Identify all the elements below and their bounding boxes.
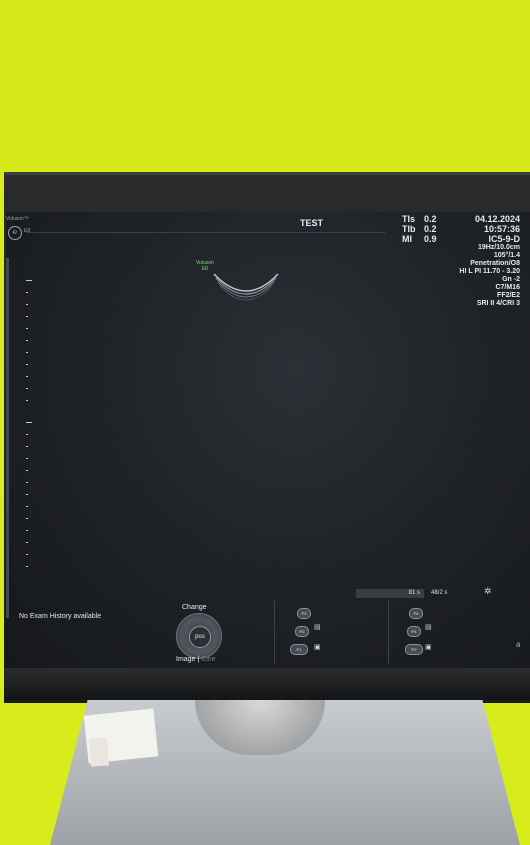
setting-line: C7/M16 — [495, 284, 520, 291]
setting-line: 19Hz/10.0cm — [477, 244, 520, 251]
settings-gear-icon[interactable]: ✲ — [484, 586, 492, 597]
preset-button-p4[interactable]: P4 — [407, 626, 421, 637]
setting-line: Gn -2 — [502, 276, 520, 283]
cine-mode-label: Cine — [201, 656, 216, 663]
setting-line: Penetration/O8 — [470, 260, 520, 267]
param-row: TIb 0.2 — [402, 224, 437, 234]
param-row: TIs 0.2 — [402, 214, 437, 224]
save-icon[interactable]: ▣ — [314, 644, 324, 652]
exam-history-status: No Exam History available — [19, 613, 102, 620]
monitor-bezel — [4, 668, 530, 700]
panel-divider — [274, 600, 275, 664]
depth-scale — [26, 280, 34, 570]
model-label: E8 — [24, 228, 31, 234]
trackball-knob[interactable]: pos — [176, 613, 222, 659]
param-row: MI 0.9 — [402, 234, 437, 244]
pos-button[interactable]: pos — [189, 626, 211, 648]
thermal-indices: TIs 0.2 TIb 0.2 MI 0.9 — [402, 214, 446, 244]
change-label: Change — [182, 604, 207, 611]
print-icon[interactable]: ▤ — [425, 624, 435, 632]
cine-time-rate: 48/2 s — [431, 590, 448, 596]
ge-logo-icon: ℮ — [8, 226, 22, 240]
preset-button-p6[interactable]: P6 — [409, 608, 423, 619]
brand-label: Voluson™ — [6, 216, 29, 222]
paper-note — [89, 737, 109, 767]
exam-parameters: 04.12.2024 10:57:36 IC5-9-D 19Hz/10.0cm … — [459, 214, 520, 308]
wall-background — [0, 0, 530, 175]
cine-time-total: 81 s — [356, 589, 424, 598]
preset-button-p3[interactable]: P3 — [297, 608, 311, 619]
save-icon[interactable]: ▣ — [425, 644, 435, 652]
preset-button-p2[interactable]: P2 — [295, 626, 309, 637]
time-readout: 10:57:36 — [483, 224, 520, 234]
ultrasound-sector-image — [213, 273, 279, 301]
setting-line: HI L PI 11.70 - 3.20 — [459, 268, 520, 275]
title-divider — [26, 232, 386, 233]
corner-letter: a — [516, 640, 521, 649]
ultrasound-screen: Voluson™ ℮ E8 TEST TIs 0.2 TIb 0.2 MI 0.9 0… — [6, 212, 530, 668]
probe-readout: IC5-9-D — [488, 234, 520, 244]
panel-divider — [388, 600, 389, 664]
print-icon[interactable]: ▤ — [314, 624, 324, 632]
gray-scale-bar — [6, 258, 9, 618]
image-mode-label: Image — [176, 656, 196, 663]
setting-line: SRI II 4/CRI 3 — [476, 300, 520, 307]
preset-button-p2-b[interactable]: P2 — [405, 644, 423, 655]
patient-title: TEST — [300, 218, 324, 228]
setting-line: FF2/E2 — [497, 292, 520, 299]
image-cine-toggle[interactable]: Image | Cine — [176, 656, 216, 663]
preset-button-p1[interactable]: P1 — [290, 644, 308, 655]
setting-line: 105°/1.4 — [493, 252, 520, 259]
date-readout: 04.12.2024 — [474, 214, 520, 224]
